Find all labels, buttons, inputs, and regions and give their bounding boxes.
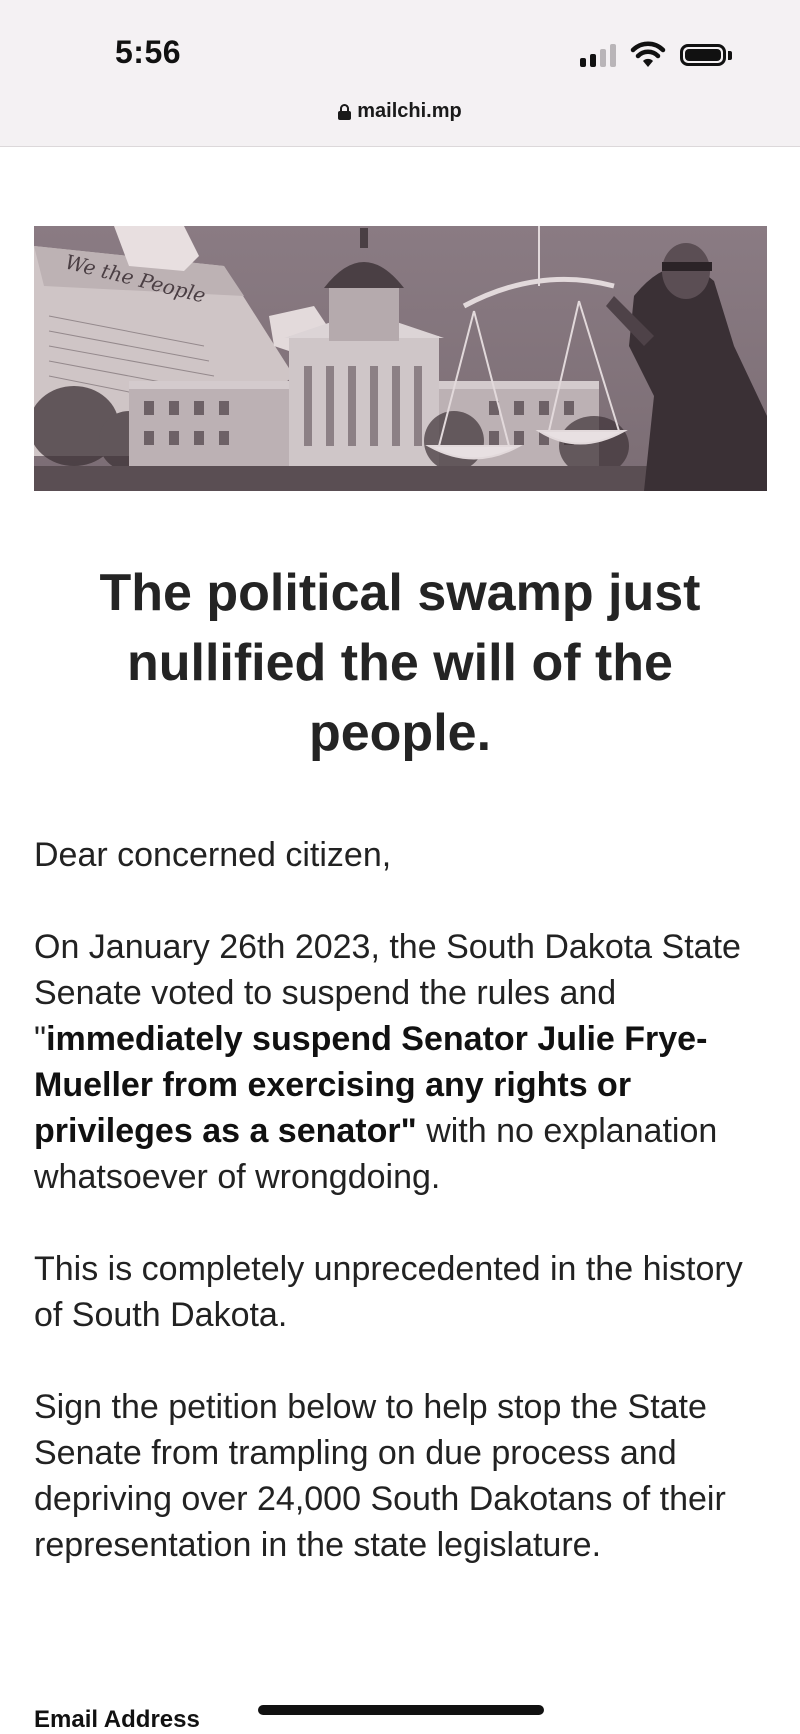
cellular-signal-icon bbox=[580, 43, 616, 67]
paragraph-petition-call: Sign the petition below to help stop the… bbox=[34, 1388, 726, 1564]
battery-icon bbox=[680, 44, 732, 66]
paragraph-unprecedented: This is completely unprecedented in the … bbox=[34, 1250, 743, 1334]
paragraph-suspension: On January 26th 2023, the South Dakota S… bbox=[34, 924, 774, 1200]
url-text: mailchi.mp bbox=[357, 100, 462, 122]
hero-banner-image: We the People bbox=[34, 226, 767, 491]
address-bar[interactable]: mailchi.mp bbox=[0, 100, 800, 123]
greeting-text: Dear concerned citizen, bbox=[34, 836, 392, 874]
lock-icon bbox=[338, 103, 352, 120]
status-time: 5:56 bbox=[115, 34, 182, 70]
wifi-icon bbox=[630, 41, 666, 67]
status-icons bbox=[580, 40, 732, 70]
home-indicator[interactable] bbox=[258, 1705, 544, 1715]
page-headline: The political swamp just nullified the w… bbox=[99, 564, 701, 762]
status-bar: 5:56 mailchi.mp bbox=[0, 0, 800, 147]
email-address-label: Email Address bbox=[34, 1706, 200, 1733]
email-body: Dear concerned citizen, On January 26th … bbox=[34, 832, 774, 1614]
